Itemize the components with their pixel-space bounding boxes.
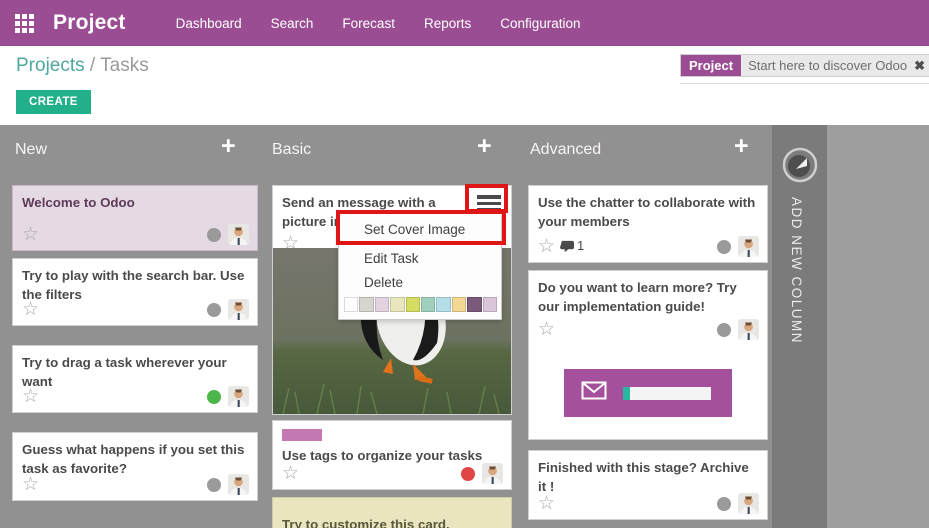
- color-swatch[interactable]: [482, 297, 498, 312]
- search-facet: Project Start here to discover Odoo ✖: [680, 54, 929, 77]
- card-title: Welcome to Odoo: [22, 195, 135, 210]
- favorite-star-icon[interactable]: ☆: [538, 320, 555, 339]
- favorite-star-icon[interactable]: ☆: [538, 494, 555, 513]
- task-card-search-bar[interactable]: Try to play with the search bar. Use the…: [12, 258, 258, 326]
- nav-item-reports[interactable]: Reports: [424, 16, 471, 31]
- assignee-avatar[interactable]: [482, 463, 503, 484]
- task-card-archive[interactable]: Finished with this stage? Archive it ! ☆: [528, 450, 768, 520]
- facet-remove-icon[interactable]: ✖: [914, 58, 925, 76]
- create-button[interactable]: CREATE: [16, 90, 91, 114]
- favorite-star-icon[interactable]: ☆: [282, 464, 299, 483]
- add-new-column-strip[interactable]: ADD NEW COLUMN: [772, 125, 827, 528]
- color-swatch[interactable]: [390, 297, 405, 312]
- kanban-state-dot[interactable]: [717, 239, 731, 254]
- kanban-state-dot[interactable]: [207, 227, 221, 242]
- facet-value: Start here to discover Odoo ✖: [741, 55, 929, 76]
- kanban-state-dot-green[interactable]: [207, 389, 221, 404]
- task-card-favorite[interactable]: Guess what happens if you set this task …: [12, 432, 258, 501]
- task-card-drag-task[interactable]: Try to drag a task wherever your want ☆: [12, 345, 258, 413]
- assignee-avatar[interactable]: [738, 236, 759, 257]
- facet-value-text: Start here to discover Odoo: [748, 58, 908, 73]
- favorite-star-icon[interactable]: ☆: [22, 475, 39, 494]
- control-panel: Projects / Tasks CREATE Project Start he…: [0, 46, 929, 125]
- assignee-avatar[interactable]: [228, 224, 249, 245]
- color-swatch[interactable]: [374, 297, 390, 312]
- color-swatch[interactable]: [436, 297, 451, 312]
- column-title-new: New: [15, 141, 48, 158]
- assignee-avatar[interactable]: [738, 493, 759, 514]
- assignee-avatar[interactable]: [228, 299, 249, 320]
- card-title: Use the chatter to collaborate with your…: [538, 195, 756, 229]
- search-bar[interactable]: Project Start here to discover Odoo ✖ S: [680, 54, 929, 84]
- assignee-avatar[interactable]: [738, 319, 759, 340]
- column-title-advanced: Advanced: [530, 141, 602, 158]
- kanban-state-dot[interactable]: [207, 477, 221, 492]
- assignee-avatar[interactable]: [228, 474, 249, 495]
- progress-bar-fill: [623, 386, 630, 400]
- favorite-star-icon[interactable]: ☆: [22, 387, 39, 406]
- card-title: Finished with this stage? Archive it !: [538, 460, 749, 494]
- color-swatch[interactable]: [467, 297, 482, 312]
- breadcrumb-projects-link[interactable]: Projects: [16, 55, 85, 76]
- color-palette: [339, 294, 501, 319]
- breadcrumb-current: Tasks: [100, 55, 149, 76]
- kanban-state-dot-red[interactable]: [461, 466, 475, 481]
- color-swatch[interactable]: [405, 297, 421, 312]
- task-tag[interactable]: [282, 429, 322, 441]
- menu-item-delete[interactable]: Delete: [339, 271, 501, 294]
- column-title-basic: Basic: [272, 141, 312, 158]
- apps-grid-icon[interactable]: [15, 13, 34, 33]
- progress-bar: [623, 386, 711, 400]
- task-card-implementation-guide[interactable]: Do you want to learn more? Try our imple…: [528, 270, 768, 440]
- kanban-state-dot[interactable]: [207, 302, 221, 317]
- board-empty-area: [827, 125, 929, 528]
- color-swatch[interactable]: [344, 297, 359, 312]
- breadcrumb-separator: /: [89, 55, 96, 76]
- email-progress-banner[interactable]: [564, 369, 732, 417]
- nav-item-configuration[interactable]: Configuration: [500, 16, 580, 31]
- quick-add-icon-new[interactable]: +: [221, 132, 236, 161]
- facet-category-label: Project: [681, 55, 742, 76]
- odoo-project-kanban-screen: Project Dashboard Search Forecast Report…: [0, 0, 929, 528]
- message-counter[interactable]: 1: [560, 237, 584, 255]
- color-swatch[interactable]: [359, 297, 374, 312]
- add-column-label: ADD NEW COLUMN: [789, 197, 804, 345]
- envelope-icon: [581, 381, 607, 406]
- nav-item-dashboard[interactable]: Dashboard: [176, 16, 242, 31]
- task-card-customize[interactable]: Try to customize this card.: [272, 497, 512, 528]
- kanban-board: ADD NEW COLUMN New + Basic + Advanced + …: [0, 125, 929, 528]
- kanban-state-dot[interactable]: [717, 496, 731, 511]
- message-count: 1: [577, 238, 585, 254]
- favorite-star-icon[interactable]: ☆: [538, 237, 555, 256]
- favorite-star-icon[interactable]: ☆: [22, 300, 39, 319]
- top-navbar: Project Dashboard Search Forecast Report…: [0, 0, 929, 46]
- favorite-star-icon[interactable]: ☆: [22, 225, 39, 244]
- card-title: Do you want to learn more? Try our imple…: [538, 280, 737, 314]
- quick-add-icon-advanced[interactable]: +: [734, 132, 749, 161]
- task-card-welcome[interactable]: Welcome to Odoo ☆: [12, 185, 258, 251]
- message-bubble-icon: [560, 240, 575, 253]
- menu-item-set-cover-image[interactable]: Set Cover Image: [339, 213, 501, 245]
- kanban-state-dot[interactable]: [717, 322, 731, 337]
- card-title: Try to customize this card.: [282, 517, 450, 528]
- app-title: Project: [53, 11, 126, 34]
- color-swatch[interactable]: [421, 297, 436, 312]
- add-column-icon[interactable]: [782, 147, 818, 188]
- card-context-menu: Set Cover Image Edit Task Delete: [338, 212, 502, 320]
- color-swatch[interactable]: [451, 297, 467, 312]
- task-card-chatter[interactable]: Use the chatter to collaborate with your…: [528, 185, 768, 263]
- nav-item-forecast[interactable]: Forecast: [342, 16, 395, 31]
- menu-item-edit-task[interactable]: Edit Task: [339, 245, 501, 271]
- nav-item-search[interactable]: Search: [271, 16, 314, 31]
- quick-add-icon-basic[interactable]: +: [477, 132, 492, 161]
- navbar-menu: Dashboard Search Forecast Reports Config…: [176, 16, 581, 31]
- task-card-use-tags[interactable]: Use tags to organize your tasks ☆: [272, 420, 512, 490]
- assignee-avatar[interactable]: [228, 386, 249, 407]
- breadcrumb: Projects / Tasks: [16, 55, 149, 77]
